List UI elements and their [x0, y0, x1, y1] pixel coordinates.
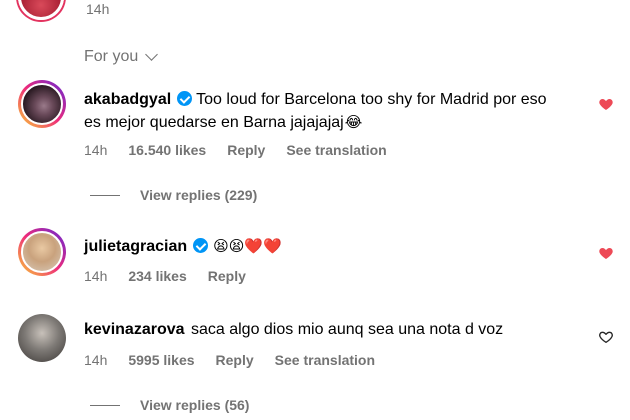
see-translation-button[interactable]: See translation	[275, 352, 375, 368]
username[interactable]: kevinazarova	[84, 321, 185, 338]
heart-filled-icon[interactable]	[598, 96, 614, 112]
verified-badge-icon	[193, 238, 209, 253]
view-replies-button[interactable]: View replies (56)	[90, 397, 249, 413]
emoji: 😂	[344, 114, 363, 131]
for-you-filter[interactable]: For you	[84, 48, 159, 66]
see-translation-button[interactable]: See translation	[286, 142, 386, 158]
comment-meta: 14h 16.540 likes Reply See translation	[84, 142, 408, 158]
comment-text: akabadgyal Too loud for Barcelona too shy…	[84, 88, 564, 134]
emoji: 😫😫❤️❤️	[213, 238, 282, 255]
view-replies-label: View replies (56)	[140, 397, 250, 413]
comment-time: 14h	[84, 142, 108, 158]
comment-meta: 14h 234 likes Reply	[84, 268, 267, 284]
heart-filled-icon[interactable]	[598, 245, 614, 261]
chevron-down-icon	[145, 48, 159, 61]
replies-divider	[90, 194, 120, 196]
username[interactable]: julietagracian	[84, 238, 187, 255]
username[interactable]: akabadgyal	[84, 91, 171, 108]
avatar[interactable]	[18, 314, 66, 362]
comment-time: 14h	[84, 268, 108, 284]
comment-meta: 14h 5995 likes Reply See translation	[84, 352, 396, 368]
verified-badge-icon	[177, 91, 193, 106]
comment-time: 14h	[84, 352, 108, 368]
top-comment-time: 14h	[86, 1, 110, 17]
like-count[interactable]: 16.540 likes	[128, 142, 206, 158]
view-replies-button[interactable]: View replies (229)	[90, 187, 257, 203]
replies-divider	[90, 404, 120, 406]
heart-outline-icon[interactable]	[598, 329, 614, 345]
avatar[interactable]	[18, 80, 66, 128]
comment-body: saca algo dios mio aunq sea una nota d v…	[190, 321, 504, 338]
avatar[interactable]	[18, 228, 66, 276]
like-count[interactable]: 234 likes	[128, 268, 186, 284]
like-count[interactable]: 5995 likes	[128, 352, 194, 368]
view-replies-label: View replies (229)	[140, 187, 258, 203]
comment-text: julietagracian 😫😫❤️❤️	[84, 235, 564, 258]
reply-button[interactable]: Reply	[227, 142, 265, 158]
reply-button[interactable]: Reply	[208, 268, 246, 284]
top-avatar[interactable]	[18, 0, 64, 20]
comment-text: kevinazarova saca algo dios mio aunq sea…	[84, 318, 564, 341]
reply-button[interactable]: Reply	[216, 352, 254, 368]
for-you-label: For you	[84, 48, 139, 65]
